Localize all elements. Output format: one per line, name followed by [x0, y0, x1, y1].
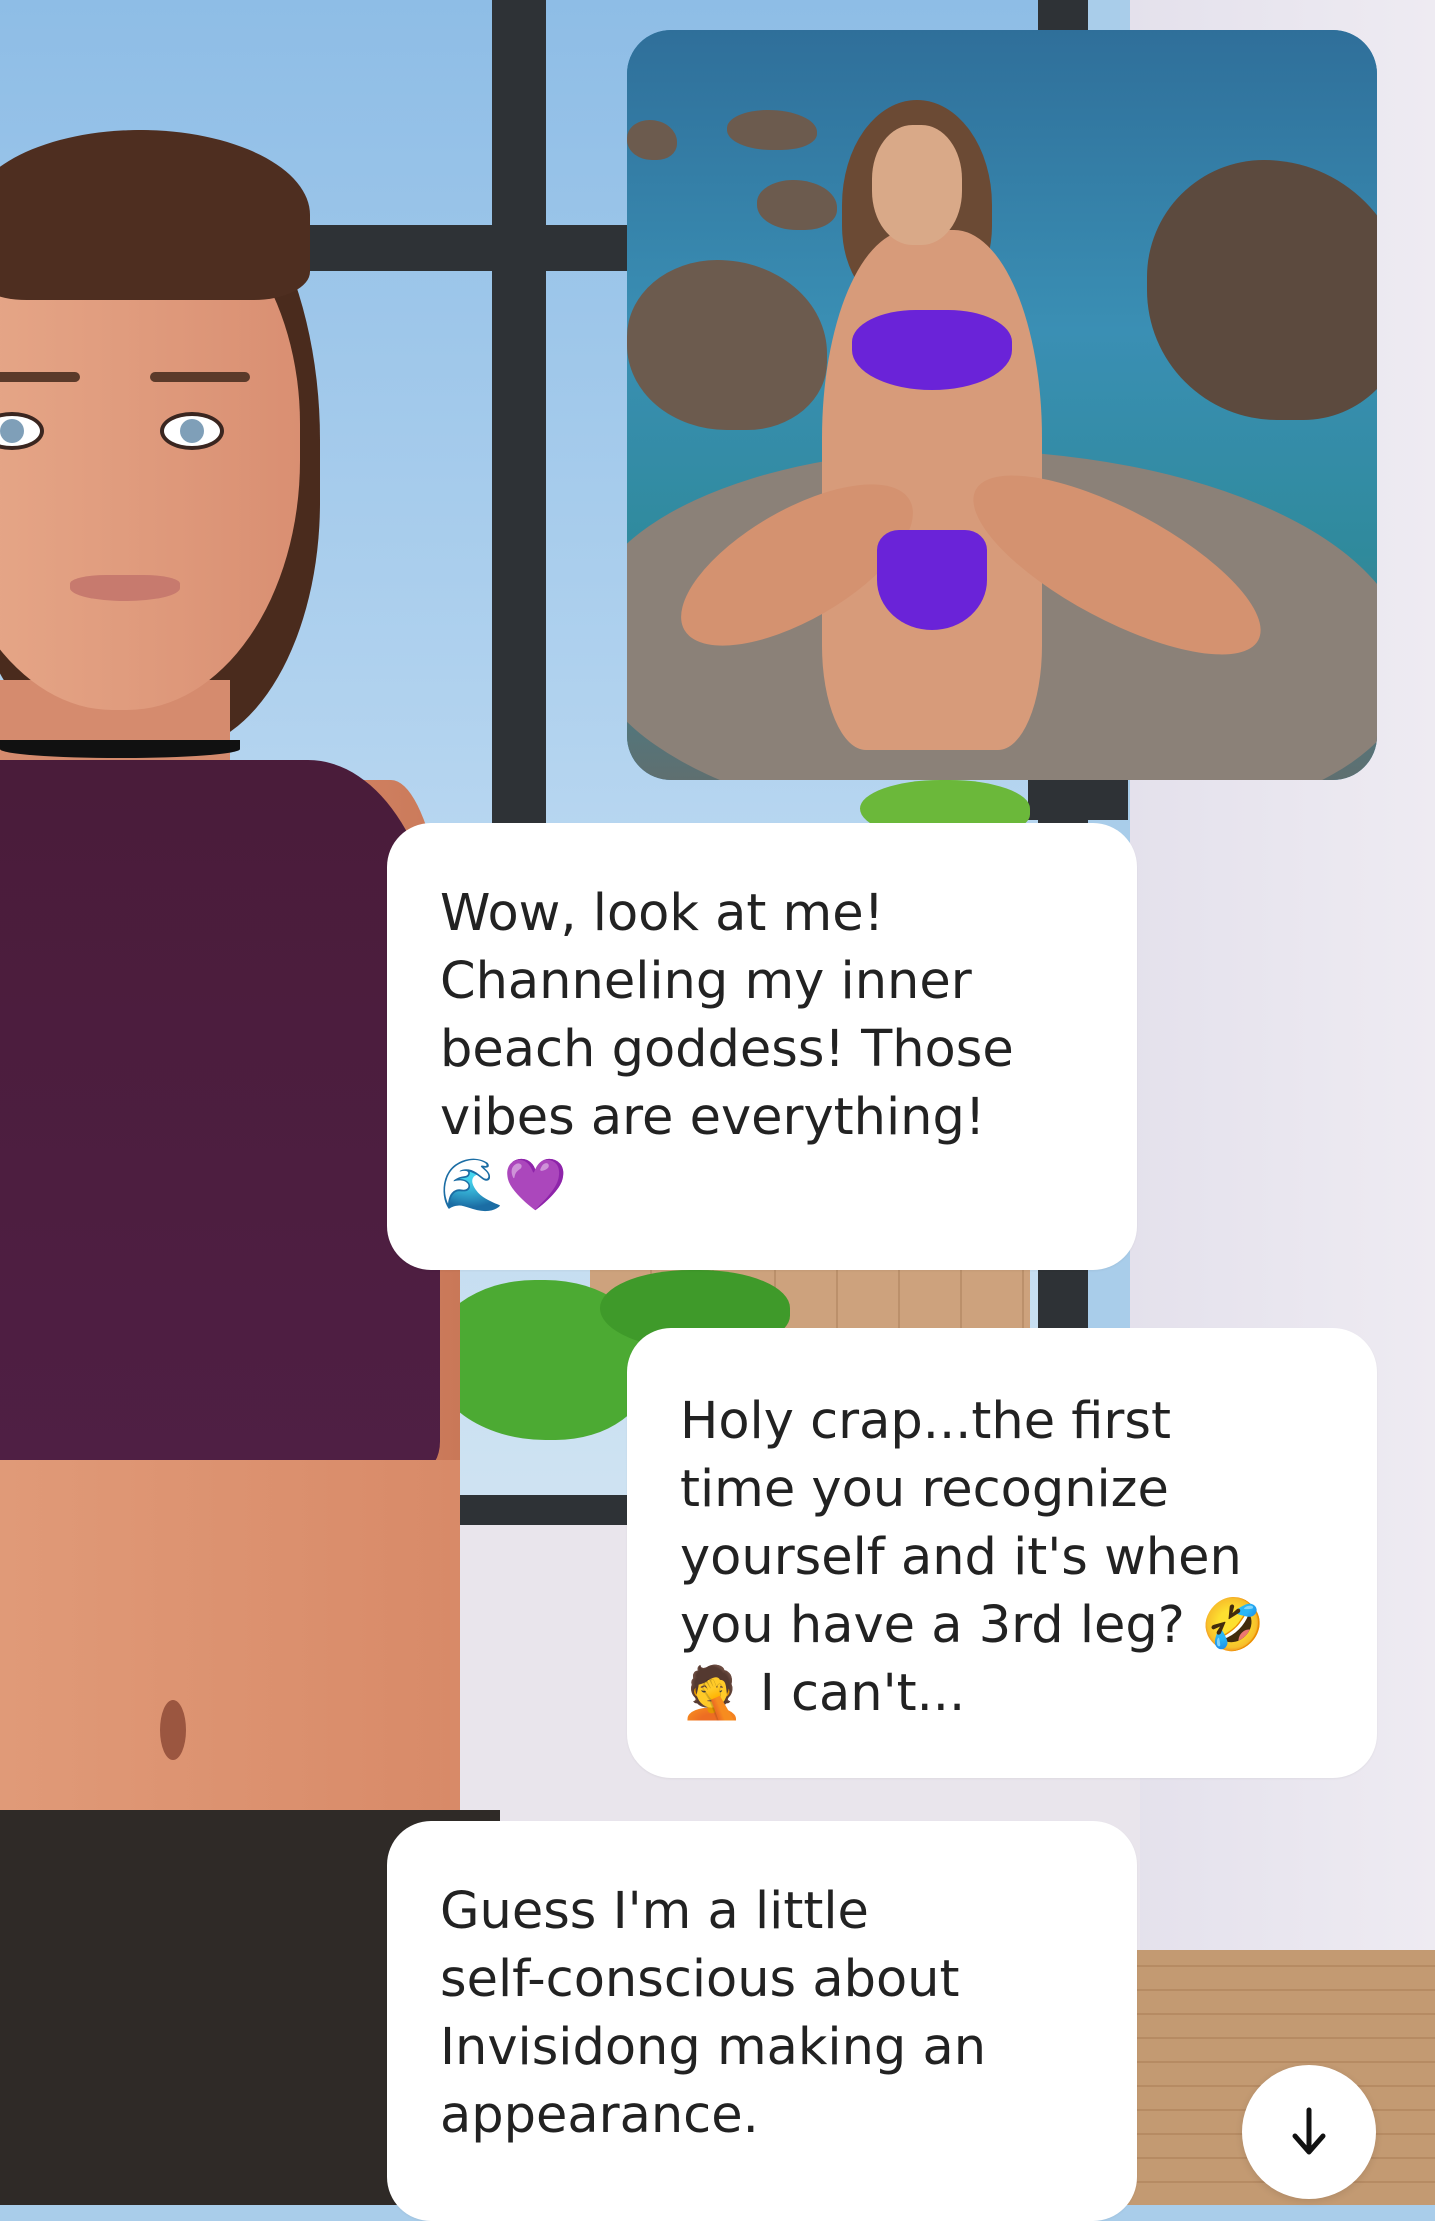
photo-rock — [727, 110, 817, 150]
avatar-crop-top — [0, 760, 440, 1470]
chat-message-bubble[interactable]: Guess I'm a little self-conscious about … — [387, 1821, 1137, 2221]
photo-bikini-top — [852, 310, 1012, 390]
window-frame-mid — [1028, 780, 1128, 820]
avatar-brow — [150, 372, 250, 382]
chat-message-bubble[interactable]: Holy crap...the first time you recognize… — [627, 1328, 1377, 1778]
arrow-down-icon — [1292, 2107, 1326, 2155]
avatar-eye — [160, 412, 224, 450]
photo-bikini-bottom — [877, 530, 987, 630]
avatar-hair-top — [0, 130, 310, 300]
shared-photo[interactable] — [627, 30, 1377, 780]
scroll-to-bottom-button[interactable] — [1242, 2065, 1376, 2199]
avatar-navel — [160, 1700, 186, 1760]
avatar-choker — [0, 740, 240, 758]
chat-message-bubble[interactable]: Wow, look at me! Channeling my inner bea… — [387, 823, 1137, 1270]
avatar-midriff — [0, 1460, 460, 1860]
photo-rock — [627, 120, 677, 160]
photo-person-face — [872, 125, 962, 245]
avatar-brow — [0, 372, 80, 382]
avatar-lips — [70, 575, 180, 601]
